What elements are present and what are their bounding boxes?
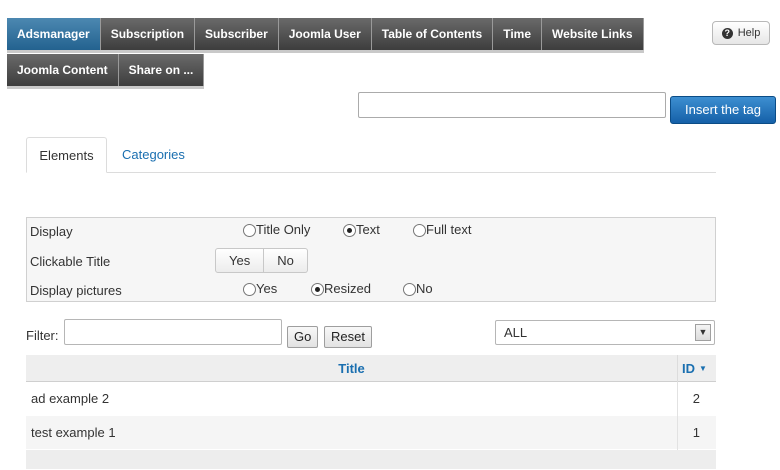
help-button[interactable]: ? Help [712, 21, 770, 45]
row-title[interactable]: ad example 2 [31, 382, 109, 416]
radio-circle [243, 283, 256, 296]
filter-label: Filter: [26, 328, 59, 343]
radio-display-title-only[interactable]: Title Only [243, 220, 310, 237]
question-icon: ? [721, 27, 733, 39]
row-id: 2 [677, 382, 716, 416]
radio-label: No [416, 281, 433, 296]
radio-pictures-yes[interactable]: Yes [243, 279, 277, 296]
tab-table-of-contents[interactable]: Table of Contents [371, 18, 494, 50]
table-header: Title ID ▼ [26, 355, 716, 382]
clickable-title-toggle: Yes No [215, 248, 308, 273]
results-table: Title ID ▼ ad example 2 2 test example 1 … [26, 355, 716, 470]
chevron-down-icon[interactable]: ▼ [695, 324, 711, 341]
table-row[interactable]: ad example 2 2 [26, 382, 716, 416]
radio-circle-checked [311, 283, 324, 296]
row-title[interactable]: test example 1 [31, 416, 116, 450]
tab-subscription[interactable]: Subscription [100, 18, 196, 50]
tab-subscriber[interactable]: Subscriber [195, 18, 279, 50]
help-label: Help [737, 27, 761, 39]
radio-label: Text [356, 222, 380, 237]
display-pictures-label: Display pictures [30, 283, 122, 298]
radio-label: Yes [256, 281, 278, 296]
radio-pictures-resized[interactable]: Resized [311, 279, 371, 296]
plugin-tabs-row-1: Adsmanager Subscription Subscriber Jooml… [7, 18, 644, 50]
go-button[interactable]: Go [287, 326, 319, 348]
column-id-header[interactable]: ID ▼ [677, 355, 716, 382]
filter-input[interactable] [64, 319, 282, 345]
subtabs: Elements Categories [26, 137, 716, 173]
radio-display-text[interactable]: Text [343, 220, 380, 237]
row-id: 1 [677, 416, 716, 450]
tab-website-links[interactable]: Website Links [542, 18, 644, 50]
table-footer-row [26, 450, 716, 470]
reset-button[interactable]: Reset [324, 326, 372, 348]
tab-time[interactable]: Time [493, 18, 543, 50]
radio-pictures-no[interactable]: No [403, 279, 433, 296]
radio-display-full-text[interactable]: Full text [413, 220, 472, 237]
insert-tag-button[interactable]: Insert the tag [670, 96, 776, 124]
plugin-tabs-row-2: Joomla Content Share on ... [7, 54, 205, 86]
table-row[interactable]: test example 1 1 [26, 416, 716, 450]
category-select[interactable]: ALL ▼ [495, 320, 715, 345]
radio-label: Full text [426, 222, 472, 237]
tab-joomla-user[interactable]: Joomla User [278, 18, 372, 50]
tag-input[interactable] [358, 92, 666, 118]
tab-categories[interactable]: Categories [122, 137, 185, 173]
radio-circle [243, 224, 256, 237]
display-label: Display [30, 224, 73, 239]
column-title-header[interactable]: Title [26, 355, 677, 382]
clickable-title-label: Clickable Title [30, 254, 111, 269]
radio-label: Title Only [256, 222, 311, 237]
radio-circle [413, 224, 426, 237]
options-panel: Display Title Only Text Full text Clicka… [26, 217, 716, 302]
clickable-title-yes-button[interactable]: Yes [215, 248, 265, 273]
select-value: ALL [504, 325, 528, 340]
radio-label: Resized [324, 281, 371, 296]
radio-circle-checked [343, 224, 356, 237]
radio-circle [403, 283, 416, 296]
tab-joomla-content[interactable]: Joomla Content [7, 54, 119, 86]
tab-adsmanager[interactable]: Adsmanager [7, 18, 101, 50]
tab-elements[interactable]: Elements [26, 137, 107, 173]
id-header-label: ID [682, 361, 695, 376]
sort-down-icon: ▼ [699, 364, 707, 373]
tab-share-on[interactable]: Share on ... [118, 54, 205, 86]
clickable-title-no-button[interactable]: No [264, 248, 308, 273]
